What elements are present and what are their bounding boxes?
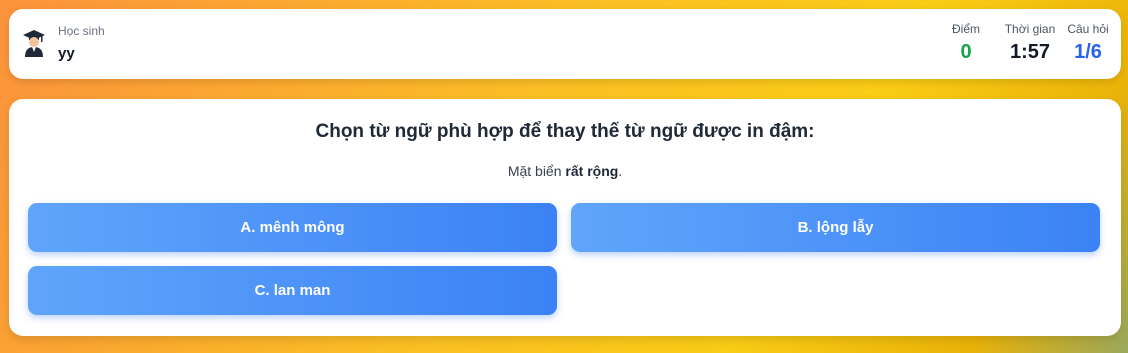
time-value: 1:57 (1009, 41, 1051, 63)
student-graduate-icon (23, 30, 45, 57)
question-card: Chọn từ ngữ phù hợp để thay thế từ ngữ đ… (9, 99, 1121, 336)
question-counter-label: Câu hỏi (1067, 22, 1109, 36)
score-label: Điểm (951, 22, 980, 36)
answer-option-a[interactable]: A. mênh mông (28, 203, 557, 252)
score-stat: Điểm 0 (943, 22, 989, 64)
quiz-header: Học sinh yy Điểm 0 Thời gian 1:57 Câu hỏ… (9, 9, 1121, 79)
student-label: Học sinh (58, 24, 105, 38)
example-sentence: Mặt biển rất rộng. (9, 163, 1121, 179)
score-value: 0 (960, 41, 972, 63)
sentence-before: Mặt biển (507, 163, 566, 179)
question-text: Chọn từ ngữ phù hợp để thay thế từ ngữ đ… (315, 121, 815, 142)
time-stat: Thời gian 1:57 (995, 22, 1065, 64)
student-name: yy (58, 45, 75, 62)
question-counter-stat: Câu hỏi 1/6 (1061, 22, 1115, 64)
answer-option-b[interactable]: B. lộng lẫy (571, 203, 1100, 252)
question-counter-value: 1/6 (1074, 41, 1102, 63)
sentence-bold-phrase: rất rộng (565, 163, 619, 179)
sentence-after: . (618, 163, 623, 179)
time-label: Thời gian (1004, 22, 1056, 36)
answer-option-c[interactable]: C. lan man (28, 266, 557, 315)
